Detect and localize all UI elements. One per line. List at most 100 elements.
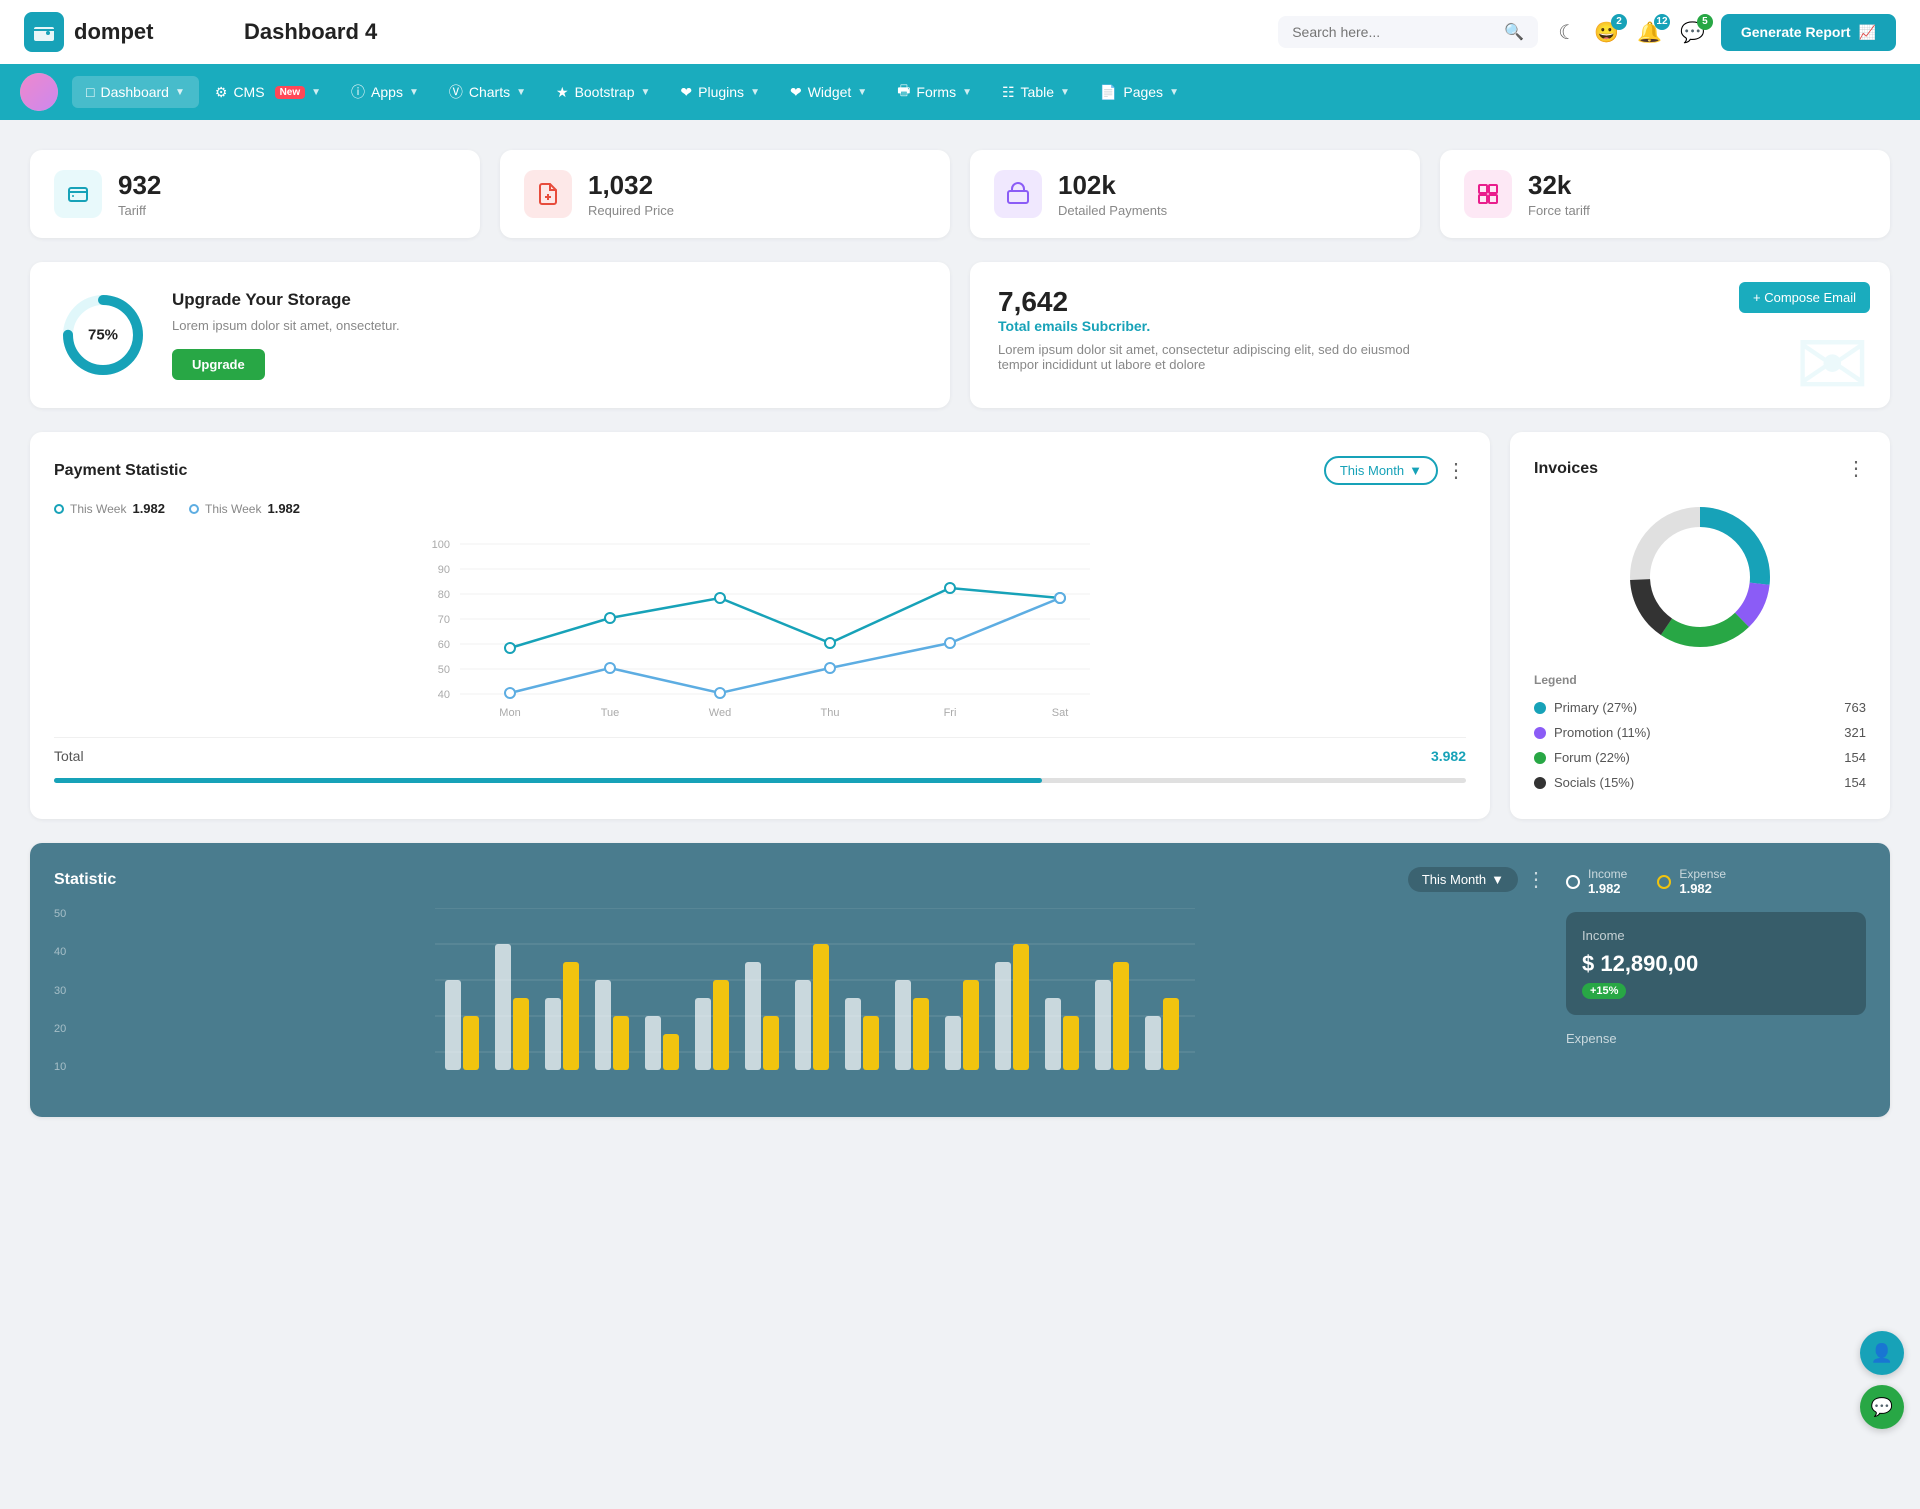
stat-card-force: 32k Force tariff — [1440, 150, 1890, 238]
nav-item-charts[interactable]: Ⓥ Charts ▼ — [435, 74, 540, 110]
svg-text:Sat: Sat — [1052, 707, 1069, 719]
nav-item-cms-label: CMS — [233, 84, 264, 100]
income-legend: Income 1.982 — [1566, 867, 1627, 896]
svg-text:Mon: Mon — [499, 707, 520, 719]
nav-item-dashboard[interactable]: □ Dashboard ▼ — [72, 76, 199, 108]
charts-arrow-icon: ▼ — [516, 87, 526, 98]
socials-value: 154 — [1844, 775, 1866, 790]
svg-text:Wed: Wed — [709, 707, 731, 719]
statistic-filter-button[interactable]: This Month ▼ — [1408, 867, 1518, 892]
income-legend-label: Income — [1588, 867, 1627, 881]
bar-yellow-11 — [963, 980, 979, 1070]
svg-text:90: 90 — [438, 564, 450, 576]
bar-yellow-7 — [763, 1016, 779, 1070]
bar-white-13 — [1045, 998, 1061, 1070]
nav-item-bootstrap-label: Bootstrap — [575, 84, 635, 100]
message-icon[interactable]: 💬5 — [1680, 20, 1705, 45]
plugins-arrow-icon: ▼ — [750, 87, 760, 98]
price-number: 1,032 — [588, 170, 674, 201]
moon-icon[interactable]: ☾ — [1558, 20, 1576, 45]
legend-label-1: This Week — [70, 502, 126, 516]
total-value: 3.982 — [1431, 748, 1466, 764]
stat-card-tariff: 932 Tariff — [30, 150, 480, 238]
bar-white-5 — [645, 1016, 661, 1070]
expense-label: Expense — [1566, 1031, 1617, 1046]
svg-text:100: 100 — [432, 539, 450, 551]
legend-line-promotion: Promotion (11%) 321 — [1534, 720, 1866, 745]
price-icon — [524, 170, 572, 218]
chevron-down-icon: ▼ — [1409, 463, 1422, 478]
payments-number: 102k — [1058, 170, 1167, 201]
payments-icon — [994, 170, 1042, 218]
income-legend-dot — [1566, 875, 1580, 889]
cms-new-badge: New — [275, 86, 306, 99]
bar-white-3 — [545, 998, 561, 1070]
nav-item-apps[interactable]: ⓘ Apps ▼ — [337, 74, 433, 110]
search-icon[interactable]: 🔍 — [1504, 22, 1524, 42]
primary-label: Primary (27%) — [1554, 700, 1637, 715]
logo: dompet — [24, 12, 204, 52]
bar-white-8 — [795, 980, 811, 1070]
expense-legend: Expense 1.982 — [1657, 867, 1726, 896]
generate-report-button[interactable]: Generate Report 📈 — [1721, 14, 1896, 51]
emoji-badge: 2 — [1611, 14, 1627, 30]
invoices-more-button[interactable]: ⋮ — [1846, 456, 1866, 481]
statistic-chevron-icon: ▼ — [1491, 872, 1504, 887]
legend-line-primary: Primary (27%) 763 — [1534, 695, 1866, 720]
payment-filter-button[interactable]: This Month ▼ — [1324, 456, 1438, 485]
total-label: Total — [54, 748, 84, 764]
widget-icon: ❤ — [790, 84, 802, 101]
forum-dot — [1534, 752, 1546, 764]
invoices-header: Invoices ⋮ — [1534, 456, 1866, 481]
bar-yellow-8 — [813, 944, 829, 1070]
compose-email-button[interactable]: + Compose Email — [1739, 282, 1870, 313]
invoices-title: Invoices — [1534, 460, 1598, 478]
invoices-legend: Legend Primary (27%) 763 Promotion (11%)… — [1534, 673, 1866, 795]
float-buttons: 👤 💬 — [1860, 1331, 1904, 1429]
y-label-50: 50 — [54, 908, 66, 920]
bar-white-10 — [895, 980, 911, 1070]
search-input[interactable] — [1292, 24, 1496, 40]
promotion-value: 321 — [1844, 725, 1866, 740]
nav-item-bootstrap[interactable]: ★ Bootstrap ▼ — [542, 76, 664, 109]
svg-text:Thu: Thu — [821, 707, 840, 719]
nav-item-table[interactable]: ☷ Table ▼ — [988, 76, 1084, 109]
notification-icon[interactable]: 🔔12 — [1637, 20, 1662, 45]
chat-float-button[interactable]: 💬 — [1860, 1385, 1904, 1429]
payment-more-button[interactable]: ⋮ — [1446, 458, 1466, 483]
bar-chart-svg — [84, 908, 1546, 1088]
nav-item-widget[interactable]: ❤ Widget ▼ — [776, 76, 881, 109]
nav-item-forms[interactable]: 🖶 Forms ▼ — [883, 72, 986, 112]
bar-yellow-15 — [1163, 998, 1179, 1070]
email-bg-icon: ✉ — [1795, 313, 1870, 408]
email-card: 7,642 Total emails Subcriber. Lorem ipsu… — [970, 262, 1890, 408]
nav-item-plugins[interactable]: ❤ Plugins ▼ — [666, 76, 774, 109]
emoji-icon[interactable]: 😀2 — [1594, 20, 1619, 45]
main-content: 932 Tariff 1,032 Required Price 102k Det… — [0, 120, 1920, 1147]
pages-icon: 📄 — [1100, 84, 1117, 101]
legend-label-2: This Week — [205, 502, 261, 516]
bar-white-11 — [945, 1016, 961, 1070]
storage-percent: 75% — [88, 327, 118, 344]
tariff-number: 932 — [118, 170, 161, 201]
total-bar-fill — [54, 778, 1042, 783]
bootstrap-arrow-icon: ▼ — [641, 87, 651, 98]
forms-arrow-icon: ▼ — [962, 87, 972, 98]
y-label-40: 40 — [54, 946, 66, 958]
nav-item-pages[interactable]: 📄 Pages ▼ — [1086, 76, 1193, 109]
statistic-more-button[interactable]: ⋮ — [1526, 867, 1546, 892]
row2: 75% Upgrade Your Storage Lorem ipsum dol… — [30, 262, 1890, 408]
nav-item-apps-label: Apps — [371, 84, 403, 100]
support-float-button[interactable]: 👤 — [1860, 1331, 1904, 1375]
bar-white-1 — [445, 980, 461, 1070]
nav-item-cms[interactable]: ⚙ CMS New ▼ — [201, 76, 335, 109]
forms-icon: 🖶 — [897, 80, 910, 104]
primary-value: 763 — [1844, 700, 1866, 715]
payment-header: Payment Statistic This Month ▼ ⋮ — [54, 456, 1466, 485]
upgrade-button[interactable]: Upgrade — [172, 349, 265, 380]
bar-yellow-1 — [463, 1016, 479, 1070]
statistic-filter-label: This Month — [1422, 872, 1486, 887]
promotion-label: Promotion (11%) — [1554, 725, 1651, 740]
table-icon: ☷ — [1002, 84, 1015, 101]
nav-item-charts-label: Charts — [469, 84, 510, 100]
